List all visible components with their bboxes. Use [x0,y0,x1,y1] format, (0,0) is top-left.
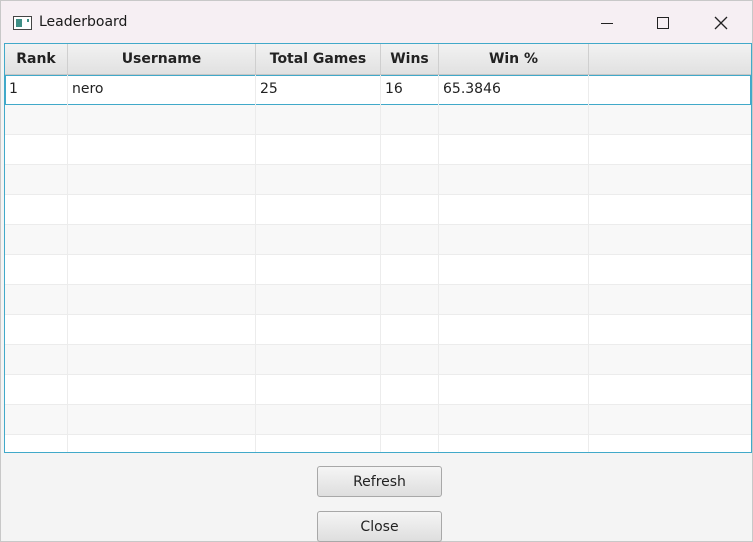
column-divider [255,75,256,452]
cell-username: nero [72,81,104,97]
table-body: 1 nero 25 16 65.3846 [5,75,751,452]
app-window-icon [13,16,32,30]
close-button[interactable]: Close [317,511,442,542]
empty-row [5,345,751,375]
maximize-button[interactable] [635,1,691,45]
empty-row [5,225,751,255]
table-header: Rank Username Total Games Wins Win % [5,44,751,75]
table-row[interactable]: 1 nero 25 16 65.3846 [5,75,751,105]
maximize-icon [657,17,669,29]
column-header-rank[interactable]: Rank [5,44,68,74]
column-divider [380,75,381,452]
empty-row [5,435,751,452]
empty-row [5,375,751,405]
empty-row [5,165,751,195]
column-divider [67,75,68,452]
column-header-total-games[interactable]: Total Games [256,44,381,74]
window-title: Leaderboard [39,14,128,30]
column-header-filler [589,44,751,74]
empty-row [5,255,751,285]
close-window-button[interactable] [693,1,749,45]
minimize-icon [601,22,613,24]
empty-row [5,135,751,165]
leaderboard-window: Leaderboard Rank Username Total Games Wi… [0,0,753,542]
leaderboard-table[interactable]: Rank Username Total Games Wins Win % 1 n… [4,43,752,453]
empty-row [5,405,751,435]
cell-total-games: 25 [260,81,278,97]
minimize-button[interactable] [579,1,635,45]
column-divider [438,75,439,452]
cell-wins: 16 [385,81,403,97]
empty-row [5,315,751,345]
empty-row [5,195,751,225]
cell-win-pct: 65.3846 [443,81,501,97]
cell-rank: 1 [9,81,18,97]
column-header-wins[interactable]: Wins [381,44,439,74]
column-header-win-pct[interactable]: Win % [439,44,589,74]
close-icon [714,16,728,30]
column-header-username[interactable]: Username [68,44,256,74]
empty-row [5,285,751,315]
title-bar[interactable]: Leaderboard [1,1,752,45]
empty-row [5,105,751,135]
column-divider [588,75,589,452]
refresh-button[interactable]: Refresh [317,466,442,497]
